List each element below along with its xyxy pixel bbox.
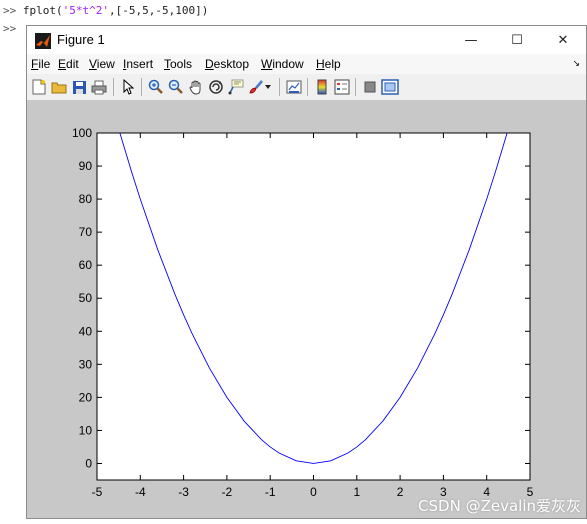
x-tick-label: -4: [135, 485, 146, 499]
toolbar-separator: [279, 78, 280, 96]
menu-help[interactable]: Help: [316, 57, 341, 71]
menu-desktop[interactable]: Desktop: [205, 57, 249, 71]
figure-toolbar: [27, 74, 586, 101]
toolbar-separator: [355, 78, 356, 96]
toolbar-separator: [141, 78, 142, 96]
x-tick-label: 1: [353, 485, 360, 499]
y-tick-label: 40: [79, 324, 93, 338]
figure-window: Figure 1 — ☐ ✕ File Edit View Insert Too…: [26, 25, 587, 519]
plot-svg[interactable]: -5 -4 -3 -2 -1 0 1 2 3 4 5 0102030405060708090100: [27, 100, 586, 518]
maximize-icon: ☐: [511, 32, 523, 48]
brush-dropdown-arrow-icon[interactable]: [263, 78, 273, 96]
y-tick-label: 10: [79, 423, 93, 437]
y-tick-label: 60: [79, 258, 93, 272]
y-tick-label: 30: [79, 357, 93, 371]
x-tick-label: 0: [310, 485, 317, 499]
axes-background: [96, 132, 531, 481]
y-tick-label: 20: [79, 390, 93, 404]
open-file-icon[interactable]: [50, 78, 68, 96]
close-button[interactable]: ✕: [540, 26, 586, 54]
command-line-1: >> fplot('5*t^2',[-5,5,-5,100]): [3, 4, 208, 17]
command-prompt: >>: [3, 4, 17, 17]
toolbar-separator: [307, 78, 308, 96]
zoom-out-icon[interactable]: [167, 78, 185, 96]
legend-icon[interactable]: [333, 78, 351, 96]
y-tick-label: 70: [79, 225, 93, 239]
colorbar-icon[interactable]: [313, 78, 331, 96]
x-tick-label: -5: [92, 485, 103, 499]
menu-edit[interactable]: Edit: [58, 57, 79, 71]
y-tick-label: 50: [79, 291, 93, 305]
window-title: Figure 1: [57, 32, 105, 47]
new-figure-icon[interactable]: [30, 78, 48, 96]
command-line-2: >>: [3, 22, 16, 35]
print-icon[interactable]: [90, 78, 108, 96]
menu-view[interactable]: View: [89, 57, 115, 71]
watermark: CSDN @Zevalin爱灰灰: [418, 497, 581, 515]
x-tick-label: -1: [265, 485, 276, 499]
pointer-icon[interactable]: [119, 78, 137, 96]
figure-canvas[interactable]: -5 -4 -3 -2 -1 0 1 2 3 4 5 0 10 20 30 40 50 60 70 80 90 100: [27, 100, 586, 518]
y-tick-labels: 0 10 20 30 40 50 60 70 80 90 100: [72, 126, 92, 470]
matlab-logo-icon: [35, 33, 51, 49]
command-prompt-2: >>: [3, 22, 17, 35]
hide-plot-tools-icon[interactable]: [361, 78, 379, 96]
x-tick-label: -2: [222, 485, 233, 499]
minimize-icon: —: [464, 32, 478, 48]
menu-tools[interactable]: Tools: [164, 57, 192, 71]
command-rest: ,[-5,5,-5,100]): [108, 4, 209, 17]
maximize-button[interactable]: ☐: [494, 26, 540, 54]
toolbar-separator: [113, 78, 114, 96]
minimize-button[interactable]: —: [448, 26, 494, 54]
menu-dock-arrow-icon[interactable]: ↘: [572, 58, 580, 69]
y-tick-label: 80: [79, 192, 93, 206]
menu-file[interactable]: File: [31, 57, 50, 71]
save-icon[interactable]: [70, 78, 88, 96]
y-tick-label: 90: [79, 159, 93, 173]
data-cursor-icon[interactable]: [227, 78, 245, 96]
zoom-in-icon[interactable]: [147, 78, 165, 96]
show-plot-tools-icon[interactable]: [381, 78, 399, 96]
command-string-arg: '5*t^2': [62, 4, 109, 17]
y-tick-label: 0: [85, 456, 92, 470]
link-plot-icon[interactable]: [285, 78, 303, 96]
command-func: fplot(: [22, 4, 63, 17]
pan-hand-icon[interactable]: [187, 78, 205, 96]
x-tick-label: -3: [178, 485, 189, 499]
menu-insert[interactable]: Insert: [123, 57, 153, 71]
y-tick-label: 100: [72, 126, 92, 140]
title-bar[interactable]: Figure 1 — ☐ ✕: [27, 26, 586, 54]
menu-window[interactable]: Window: [261, 57, 304, 71]
x-tick-label: 2: [397, 485, 404, 499]
menu-bar: File Edit View Insert Tools Desktop Wind…: [27, 54, 586, 74]
rotate-3d-icon[interactable]: [207, 78, 225, 96]
close-icon: ✕: [557, 32, 569, 48]
